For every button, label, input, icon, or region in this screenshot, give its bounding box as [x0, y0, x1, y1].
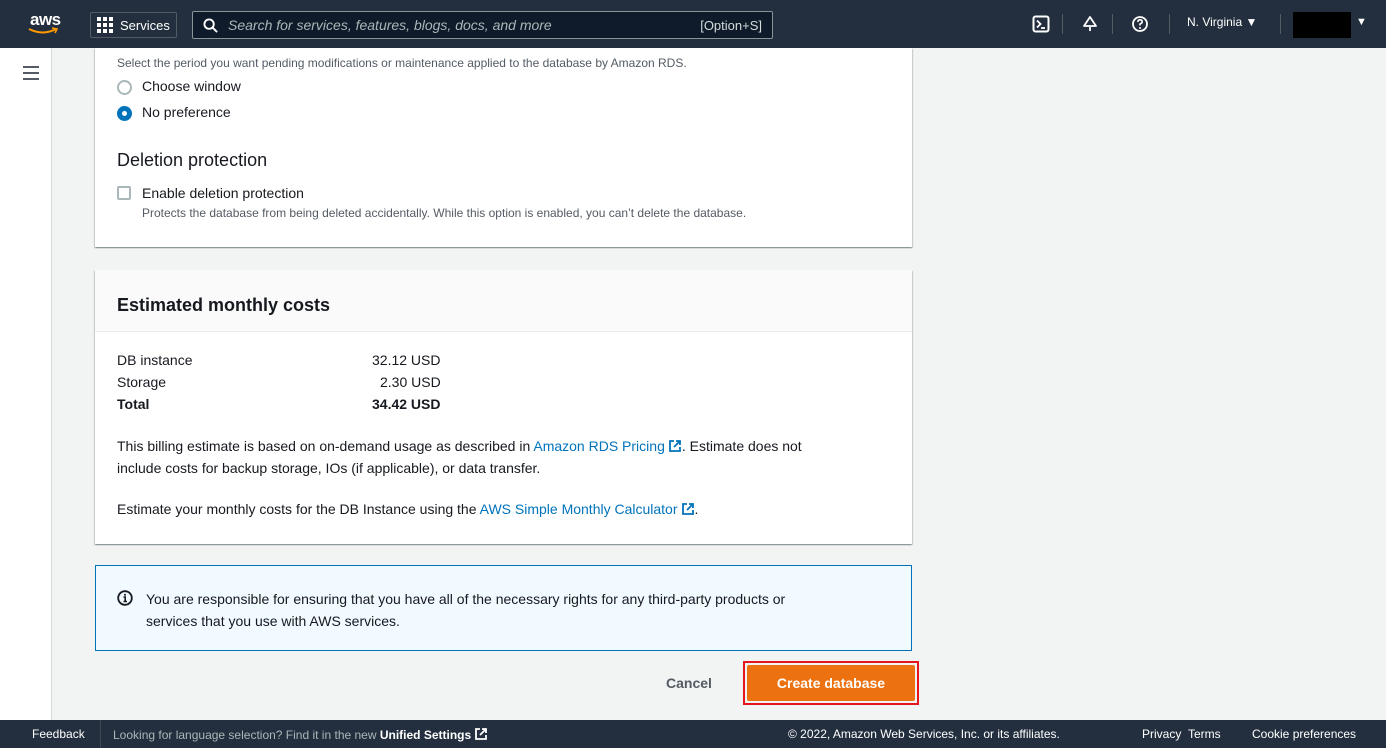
- help-icon[interactable]: [1129, 13, 1151, 35]
- additional-configuration-panel: Select the period you want pending modif…: [95, 48, 912, 247]
- cancel-button[interactable]: Cancel: [666, 675, 712, 691]
- aws-logo[interactable]: aws: [22, 10, 64, 38]
- calculator-text: Estimate your monthly costs for the DB I…: [117, 501, 699, 517]
- grid-icon: [97, 17, 113, 33]
- estimated-costs-panel: Estimated monthly costs DB instance 32.1…: [95, 270, 912, 544]
- costs-heading: Estimated monthly costs: [117, 295, 331, 315]
- unified-settings-link[interactable]: Unified Settings: [380, 728, 471, 742]
- deletion-protection-checkbox[interactable]: [117, 186, 131, 200]
- services-menu-button[interactable]: Services: [90, 12, 177, 38]
- nav-divider: [1280, 14, 1281, 34]
- deletion-protection-help: Protects the database from being deleted…: [142, 206, 747, 220]
- cost-label-total: Total: [117, 396, 150, 412]
- cloudshell-icon[interactable]: [1030, 13, 1052, 35]
- terms-link[interactable]: Terms: [1188, 727, 1221, 741]
- cost-label-db-instance: DB instance: [117, 352, 193, 368]
- smile-icon: [28, 27, 58, 34]
- nav-divider: [1112, 14, 1113, 34]
- billing-estimate-text: This billing estimate is based on on-dem…: [117, 438, 802, 454]
- deletion-protection-label[interactable]: Enable deletion protection: [142, 185, 304, 201]
- top-navigation: aws Services Search for services, featur…: [0, 0, 1386, 48]
- services-label: Services: [120, 17, 170, 33]
- search-input[interactable]: Search for services, features, blogs, do…: [192, 11, 773, 39]
- info-icon: [117, 590, 133, 606]
- search-shortcut: [Option+S]: [700, 17, 762, 33]
- search-placeholder: Search for services, features, blogs, do…: [228, 17, 552, 33]
- nav-divider: [1169, 14, 1170, 34]
- account-caret-icon[interactable]: ▼: [1356, 16, 1367, 28]
- hamburger-menu-icon[interactable]: [23, 66, 39, 84]
- feedback-link[interactable]: Feedback: [32, 727, 85, 741]
- nav-divider: [1062, 14, 1063, 34]
- cost-label-storage: Storage: [117, 374, 167, 390]
- region-selector[interactable]: N. Virginia ▼: [1187, 15, 1257, 29]
- bell-icon[interactable]: [1079, 13, 1101, 35]
- create-database-button[interactable]: Create database: [747, 665, 915, 701]
- search-icon: [203, 17, 218, 33]
- radio-no-preference-label[interactable]: No preference: [142, 104, 231, 120]
- cost-value-db-instance: 32.12 USD: [372, 352, 441, 368]
- privacy-link[interactable]: Privacy: [1142, 727, 1181, 741]
- amazon-rds-pricing-link[interactable]: Amazon RDS Pricing: [533, 438, 665, 454]
- side-navigation-rail: [0, 48, 52, 720]
- simple-monthly-calculator-link[interactable]: AWS Simple Monthly Calculator: [480, 501, 678, 517]
- radio-choose-window-label[interactable]: Choose window: [142, 78, 241, 94]
- radio-choose-window[interactable]: [117, 80, 132, 95]
- cookie-preferences-link[interactable]: Cookie preferences: [1252, 727, 1356, 741]
- cost-value-total: 34.42 USD: [372, 396, 441, 412]
- footer: Feedback Looking for language selection?…: [0, 720, 1386, 748]
- copyright-text: © 2022, Amazon Web Services, Inc. or its…: [788, 727, 1060, 741]
- footer-divider: [100, 720, 101, 748]
- language-notice: Looking for language selection? Find it …: [113, 727, 488, 742]
- external-link-icon[interactable]: [681, 502, 695, 516]
- info-alert-message: You are responsible for ensuring that yo…: [146, 591, 786, 629]
- maintenance-description: Select the period you want pending modif…: [117, 56, 687, 70]
- external-link-icon[interactable]: [668, 439, 682, 453]
- external-link-icon[interactable]: [474, 727, 488, 741]
- radio-no-preference[interactable]: [117, 106, 132, 121]
- deletion-protection-heading: Deletion protection: [117, 150, 268, 170]
- account-menu[interactable]: [1293, 12, 1351, 38]
- cost-value-storage: 2.30 USD: [380, 374, 441, 390]
- billing-estimate-text-line2: include costs for backup storage, IOs (i…: [117, 460, 541, 476]
- info-alert: You are responsible for ensuring that yo…: [95, 565, 912, 651]
